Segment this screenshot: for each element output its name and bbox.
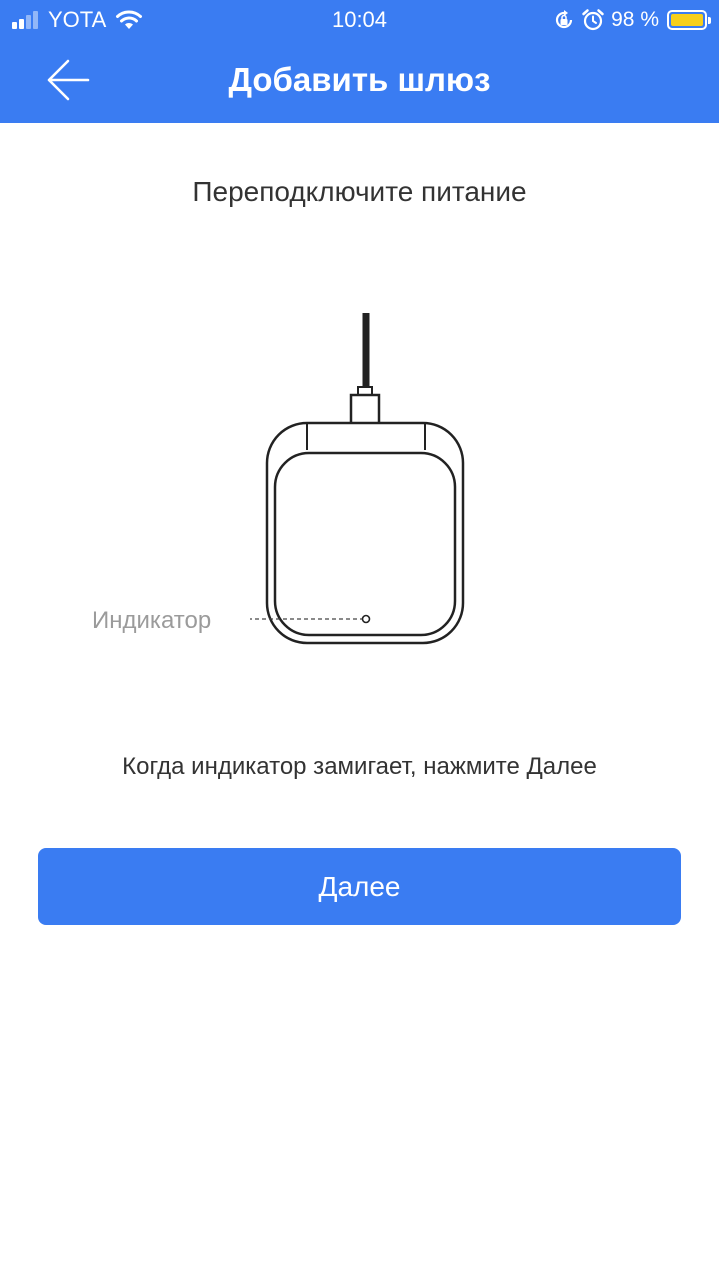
- gateway-top-panel: [273, 451, 457, 637]
- next-button[interactable]: Далее: [38, 848, 681, 925]
- battery-level: [671, 14, 703, 26]
- nav-bar: Добавить шлюз: [0, 40, 719, 123]
- orientation-lock-icon: [556, 10, 573, 29]
- alarm-icon: [582, 9, 604, 31]
- battery-icon: [667, 10, 711, 30]
- next-button-label: Далее: [318, 870, 401, 902]
- gateway-illustration: [250, 313, 465, 645]
- page-title: Добавить шлюз: [228, 61, 491, 98]
- status-bar-right: 98 %: [553, 6, 711, 34]
- indicator-label: Индикатор: [92, 607, 212, 634]
- indicator-light: [361, 614, 371, 624]
- instruction-text: Когда индикатор замигает, нажмите Далее: [122, 753, 597, 780]
- step-heading: Переподключите питание: [192, 176, 527, 207]
- header-background: YOTA 10:04 98 % Добавить шлюз: [0, 0, 719, 123]
- status-bar: YOTA 10:04 98 %: [0, 0, 719, 40]
- battery-percent: 98 %: [611, 8, 659, 31]
